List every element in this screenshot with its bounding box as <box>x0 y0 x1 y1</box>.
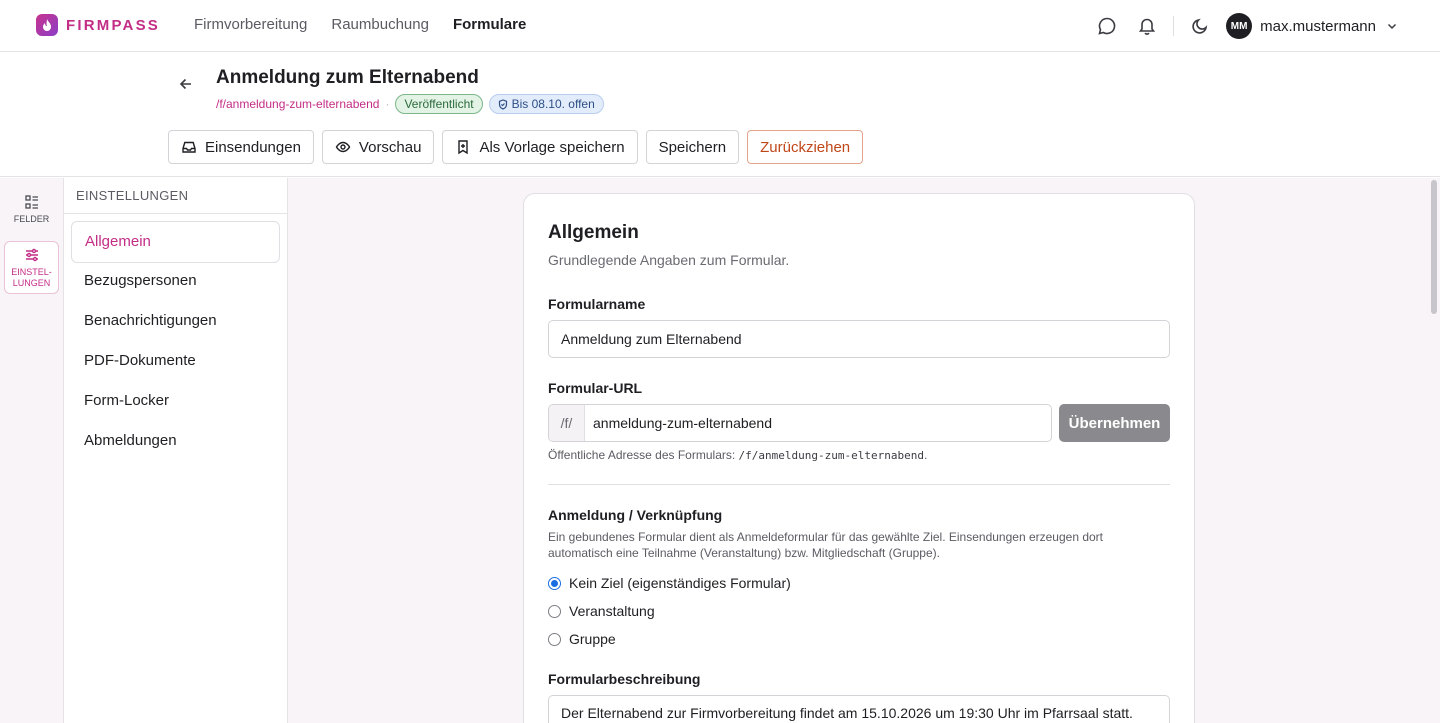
url-prefix: /f/ <box>549 405 585 441</box>
save-button[interactable]: Speichern <box>645 130 740 164</box>
settings-item-pdf-dokumente[interactable]: PDF-Dokumente <box>71 341 280 383</box>
nav-firmvorbereitung[interactable]: Firmvorbereitung <box>194 16 307 33</box>
rail-fields[interactable]: FELDER <box>4 194 59 225</box>
brand-name: FIRMPASS <box>66 16 160 34</box>
settings-sidebar: EINSTELLUNGEN Allgemein Bezugspersonen B… <box>64 178 288 723</box>
eye-icon <box>335 141 351 153</box>
shield-icon <box>498 98 507 110</box>
username[interactable]: max.mustermann <box>1260 18 1376 35</box>
url-hint-suffix: . <box>923 448 928 462</box>
preview-button[interactable]: Vorschau <box>321 130 435 164</box>
avatar[interactable]: MM <box>1226 13 1253 39</box>
chevron-down-icon[interactable] <box>1384 12 1400 40</box>
flame-logo-icon <box>36 14 58 36</box>
settings-item-benachrichtigungen[interactable]: Benachrichtigungen <box>71 301 280 343</box>
list-icon <box>24 195 38 209</box>
radio-none[interactable] <box>548 576 561 590</box>
link-help-text: Ein gebundenes Formular dient als Anmeld… <box>548 530 1103 560</box>
radio-event[interactable] <box>548 604 561 618</box>
page-header: Anmeldung zum Elternabend /f/anmeldung-z… <box>0 52 1440 177</box>
form-url-label: Formular-URL <box>548 380 643 396</box>
link-option-none-label: Kein Ziel (eigenständiges Formular) <box>569 575 791 591</box>
bookmark-plus-icon <box>458 140 469 155</box>
form-meta: /f/anmeldung-zum-elternabend · Veröffent… <box>216 94 604 114</box>
brand[interactable]: FIRMPASS <box>36 14 160 36</box>
link-option-none[interactable]: Kein Ziel (eigenständiges Formular) <box>548 575 791 591</box>
rail-settings-label-2: LUNGEN <box>12 278 51 288</box>
nav-divider <box>1173 16 1175 36</box>
preview-label: Vorschau <box>358 138 422 156</box>
main-nav: Firmvorbereitung Raumbuchung Formulare <box>194 16 526 33</box>
link-option-group[interactable]: Gruppe <box>548 631 616 647</box>
link-option-group-label: Gruppe <box>569 631 616 647</box>
settings-item-abmeldungen[interactable]: Abmeldungen <box>71 421 280 463</box>
rail-fields-label: FELDER <box>13 214 50 224</box>
url-hint-text: Öffentliche Adresse des Formulars: <box>548 448 739 462</box>
chat-icon[interactable] <box>1093 12 1121 40</box>
withdraw-button[interactable]: Zurückziehen <box>747 130 864 164</box>
status-badge: Veröffentlicht <box>395 94 483 114</box>
back-arrow-icon[interactable] <box>176 74 196 94</box>
nav-actions: MM max.mustermann <box>1093 12 1400 40</box>
deadline-text: Bis 08.10. offen <box>511 97 595 111</box>
general-settings-card: Allgemein Grundlegende Angaben zum Formu… <box>523 193 1195 723</box>
form-name-label: Formularname <box>548 296 646 312</box>
sliders-icon <box>25 248 38 262</box>
url-hint-code: /f/anmeldung-zum-elternabend <box>738 449 924 462</box>
apply-url-button[interactable]: Übernehmen <box>1059 404 1170 442</box>
link-label: Anmeldung / Verknüpfung <box>548 507 723 523</box>
rail-settings-label-1: EINSTEL- <box>11 267 52 277</box>
settings-item-form-locker[interactable]: Form-Locker <box>71 381 280 423</box>
description-textarea[interactable]: Der Elternabend zur Firmvorbereitung fin… <box>548 695 1170 723</box>
radio-group[interactable] <box>548 632 561 646</box>
top-navigation: FIRMPASS Firmvorbereitung Raumbuchung Fo… <box>0 0 1440 52</box>
moon-icon[interactable] <box>1186 12 1214 40</box>
link-option-event[interactable]: Veranstaltung <box>548 603 655 619</box>
submissions-label: Einsendungen <box>205 138 301 156</box>
bell-icon[interactable] <box>1133 12 1161 40</box>
form-url-field: /f/ anmeldung-zum-elternabend <box>548 404 1052 442</box>
nav-raumbuchung[interactable]: Raumbuchung <box>331 16 429 33</box>
inbox-icon <box>182 141 196 153</box>
url-hint: Öffentliche Adresse des Formulars: /f/an… <box>548 448 927 462</box>
settings-item-allgemein[interactable]: Allgemein <box>71 221 280 263</box>
page-title: Anmeldung zum Elternabend <box>216 67 479 88</box>
section-divider <box>548 484 1170 485</box>
form-url-input[interactable]: anmeldung-zum-elternabend <box>585 405 1051 441</box>
save-template-button[interactable]: Als Vorlage speichern <box>442 130 638 164</box>
side-rail: FELDER EINSTEL- LUNGEN <box>0 178 64 723</box>
settings-item-bezugspersonen[interactable]: Bezugspersonen <box>71 261 280 303</box>
nav-formulare[interactable]: Formulare <box>453 16 526 33</box>
rail-settings[interactable]: EINSTEL- LUNGEN <box>4 241 59 294</box>
link-option-event-label: Veranstaltung <box>569 603 655 619</box>
form-toolbar: Einsendungen Vorschau Als Vorlage speich… <box>168 130 864 164</box>
settings-heading: EINSTELLUNGEN <box>64 178 287 214</box>
submissions-button[interactable]: Einsendungen <box>168 130 314 164</box>
card-subtitle: Grundlegende Angaben zum Formular. <box>548 252 790 268</box>
save-template-label: Als Vorlage speichern <box>479 138 625 156</box>
meta-separator: · <box>385 97 390 111</box>
deadline-badge: Bis 08.10. offen <box>488 94 604 114</box>
card-title: Allgemein <box>548 222 639 243</box>
form-slug-link[interactable]: /f/anmeldung-zum-elternabend <box>216 97 379 111</box>
page-scrollbar[interactable] <box>1431 180 1437 314</box>
description-label: Formularbeschreibung <box>548 671 701 687</box>
form-name-input[interactable]: Anmeldung zum Elternabend <box>548 320 1170 358</box>
